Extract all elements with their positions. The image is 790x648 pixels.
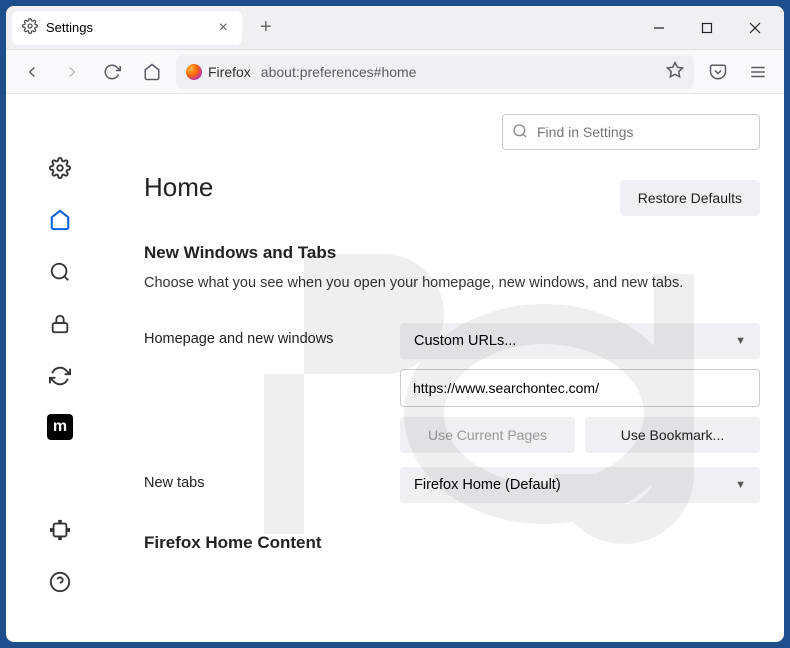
section-firefox-home-content-title: Firefox Home Content [144, 533, 760, 553]
sidebar-general[interactable] [46, 154, 74, 182]
new-tab-button[interactable]: + [252, 12, 280, 43]
bookmark-star-icon[interactable] [666, 61, 684, 82]
toolbar: Firefox about:preferences#home [6, 50, 784, 94]
sidebar-home[interactable] [46, 206, 74, 234]
titlebar: Settings × + [6, 6, 784, 50]
homepage-label: Homepage and new windows [144, 323, 380, 347]
homepage-mode-select[interactable]: Custom URLs... ▼ [400, 323, 760, 359]
find-in-settings-input[interactable] [502, 114, 760, 150]
pocket-button[interactable] [702, 56, 734, 88]
use-current-pages-button[interactable]: Use Current Pages [400, 417, 575, 453]
sidebar-more-mozilla[interactable]: m [47, 414, 73, 440]
homepage-mode-value: Custom URLs... [414, 333, 516, 349]
window-controls [636, 12, 778, 44]
chevron-down-icon: ▼ [735, 335, 746, 347]
newtabs-label: New tabs [144, 467, 380, 491]
homepage-url-input[interactable] [400, 369, 760, 407]
search-icon [512, 123, 528, 144]
row-new-tabs: New tabs Firefox Home (Default) ▼ [144, 467, 760, 503]
back-button[interactable] [16, 56, 48, 88]
newtabs-mode-select[interactable]: Firefox Home (Default) ▼ [400, 467, 760, 503]
content-area: m Home Restore Defaults New Windows and … [6, 94, 784, 642]
settings-sidebar: m [6, 94, 114, 642]
gear-icon [22, 18, 38, 37]
sidebar-privacy[interactable] [46, 310, 74, 338]
sidebar-sync[interactable] [46, 362, 74, 390]
sidebar-search[interactable] [46, 258, 74, 286]
minimize-button[interactable] [636, 12, 682, 44]
tab-settings[interactable]: Settings × [12, 11, 242, 45]
firefox-logo-icon [186, 64, 202, 80]
menu-button[interactable] [742, 56, 774, 88]
find-in-settings [502, 114, 760, 150]
sidebar-help[interactable] [46, 568, 74, 596]
restore-defaults-button[interactable]: Restore Defaults [620, 180, 760, 216]
firefox-brand: Firefox [186, 64, 251, 80]
row-homepage: Homepage and new windows Custom URLs... … [144, 323, 760, 453]
chevron-down-icon: ▼ [735, 479, 746, 491]
sidebar-extensions[interactable] [46, 516, 74, 544]
close-window-button[interactable] [732, 12, 778, 44]
settings-main: Home Restore Defaults New Windows and Ta… [114, 94, 784, 642]
urlbar-address: about:preferences#home [261, 64, 417, 80]
section-new-windows-tabs-desc: Choose what you see when you open your h… [144, 273, 760, 293]
maximize-button[interactable] [684, 12, 730, 44]
forward-button[interactable] [56, 56, 88, 88]
urlbar-brand-text: Firefox [208, 64, 251, 80]
reload-button[interactable] [96, 56, 128, 88]
close-tab-button[interactable]: × [215, 19, 232, 37]
tab-title: Settings [46, 20, 93, 35]
home-toolbar-button[interactable] [136, 56, 168, 88]
use-bookmark-button[interactable]: Use Bookmark... [585, 417, 760, 453]
newtabs-mode-value: Firefox Home (Default) [414, 477, 561, 493]
url-bar[interactable]: Firefox about:preferences#home [176, 55, 694, 89]
section-new-windows-tabs-title: New Windows and Tabs [144, 243, 760, 263]
browser-window: Settings × + Firefox about:preferences#h… [6, 6, 784, 642]
